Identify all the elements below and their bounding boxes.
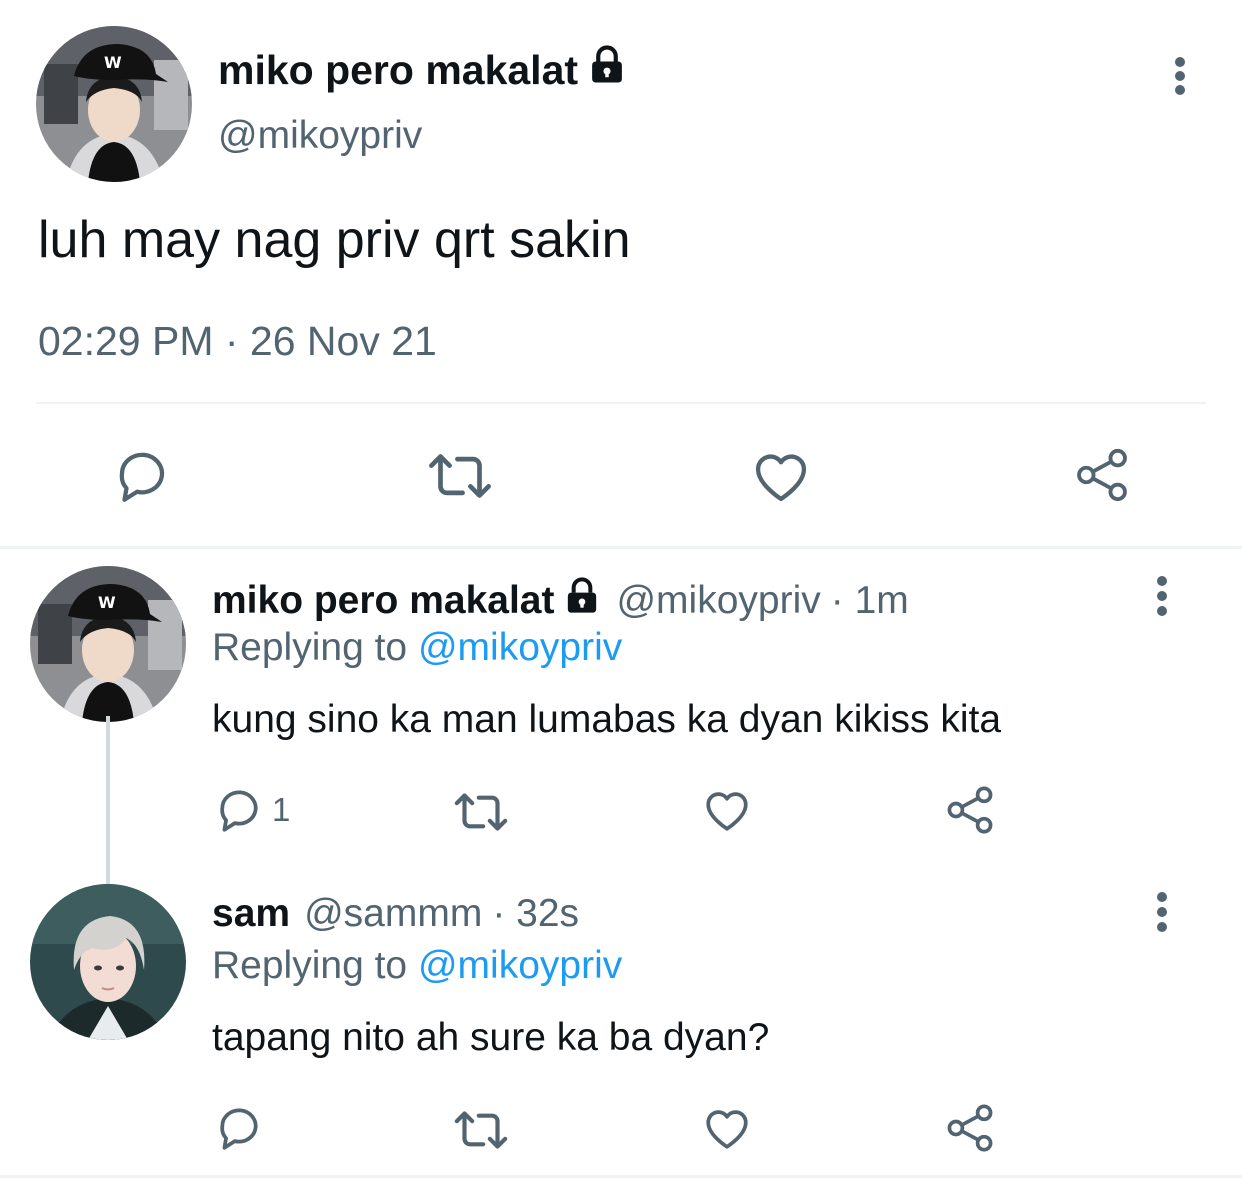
avatar[interactable]: W: [30, 566, 186, 722]
like-button[interactable]: [702, 1104, 752, 1152]
reply-age[interactable]: · 32s: [492, 892, 579, 936]
like-button[interactable]: [750, 448, 812, 504]
display-name[interactable]: sam: [212, 892, 290, 936]
avatar[interactable]: [30, 884, 186, 1040]
reply-header: miko pero makalat @mikoypriv · 1m: [212, 576, 909, 626]
share-icon: [947, 1104, 993, 1152]
lock-icon: [586, 44, 628, 96]
display-name[interactable]: miko pero makalat: [218, 44, 628, 96]
reply-age[interactable]: · 1m: [831, 579, 909, 623]
share-button[interactable]: [944, 784, 996, 836]
retweet-icon: [454, 1111, 508, 1149]
svg-text:W: W: [98, 593, 116, 612]
retweet-icon: [429, 454, 491, 498]
more-options-icon[interactable]: [1160, 56, 1200, 96]
like-icon: [755, 454, 807, 502]
reply-button[interactable]: 1: [214, 786, 290, 834]
tweet-text: luh may nag priv qrt sakin: [38, 211, 631, 269]
share-button[interactable]: [1072, 446, 1132, 504]
replying-prefix: Replying to: [212, 944, 408, 987]
reply-text: kung sino ka man lumabas ka dyan kikiss …: [212, 698, 1002, 741]
reply-count: 1: [272, 791, 291, 828]
reply-button[interactable]: [214, 1104, 264, 1152]
mention-link[interactable]: @mikoypriv: [418, 626, 622, 669]
more-options-icon[interactable]: [1142, 890, 1182, 934]
section-divider: [0, 546, 1242, 549]
retweet-button[interactable]: [426, 450, 494, 502]
share-icon: [947, 786, 993, 834]
tweet-timestamp[interactable]: 02:29 PM · 26 Nov 21: [38, 318, 437, 365]
share-button[interactable]: [944, 1102, 996, 1154]
svg-text:W: W: [104, 53, 122, 72]
retweet-button[interactable]: [452, 1108, 510, 1152]
display-name-text: miko pero makalat: [218, 46, 579, 93]
reply-icon: [220, 790, 258, 832]
like-button[interactable]: [702, 786, 752, 834]
display-name[interactable]: miko pero makalat: [212, 579, 554, 623]
like-icon: [706, 1110, 748, 1149]
replying-to: Replying to @mikoypriv: [212, 944, 622, 988]
section-divider: [0, 1175, 1242, 1178]
reply-header: sam @sammm · 32s: [212, 892, 579, 936]
avatar[interactable]: W: [36, 26, 192, 182]
divider: [36, 402, 1206, 404]
reply-icon: [119, 452, 165, 502]
reply-icon: [220, 1108, 258, 1150]
thread-line: [106, 716, 110, 884]
retweet-icon: [454, 793, 508, 831]
replying-to: Replying to @mikoypriv: [212, 626, 622, 670]
handle[interactable]: @mikoypriv: [616, 579, 820, 623]
like-icon: [706, 792, 748, 831]
handle[interactable]: @sammm: [304, 892, 482, 936]
reply-text: tapang nito ah sure ka ba dyan?: [212, 1016, 770, 1059]
reply-button[interactable]: [112, 448, 172, 504]
handle[interactable]: @mikoypriv: [218, 114, 422, 158]
retweet-button[interactable]: [452, 790, 510, 834]
lock-icon: [562, 576, 602, 626]
replying-prefix: Replying to: [212, 626, 408, 669]
more-options-icon[interactable]: [1142, 574, 1182, 618]
mention-link[interactable]: @mikoypriv: [418, 944, 622, 987]
share-icon: [1077, 448, 1127, 502]
